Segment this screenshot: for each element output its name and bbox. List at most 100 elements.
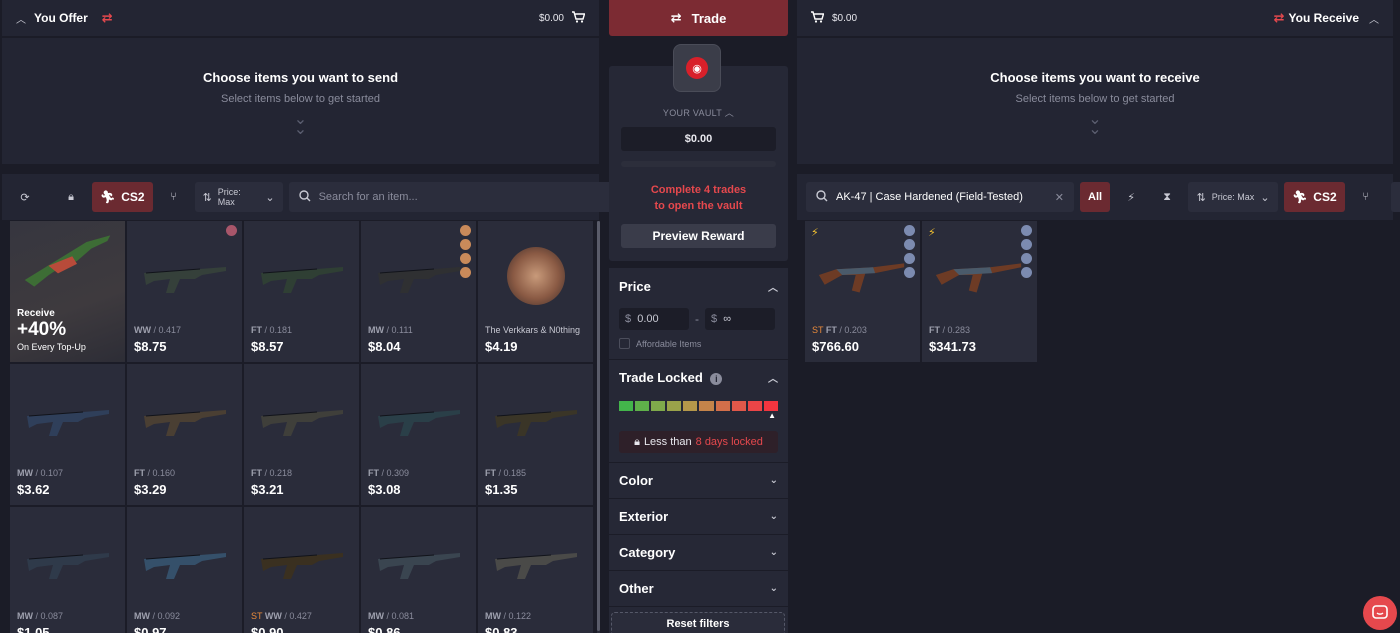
lock-scale-segment[interactable]: [667, 401, 682, 411]
reset-filters-button[interactable]: Reset filters: [611, 612, 785, 633]
double-chevron-down-icon: ⌄ ⌄: [293, 111, 308, 138]
item-price: $0.90: [251, 625, 284, 633]
lock-scale-segment[interactable]: [619, 401, 634, 411]
weapon-image: [488, 527, 583, 597]
network-icon[interactable]: ⑂: [1351, 182, 1381, 212]
sort-icon: ⇅: [202, 191, 212, 204]
collapse-chevron-icon[interactable]: ︿: [1369, 11, 1379, 26]
item-price: $0.86: [368, 625, 401, 633]
item-price: $1.05: [17, 625, 50, 633]
refresh-button[interactable]: ⟳: [10, 182, 40, 212]
lock-scale-segment[interactable]: [763, 401, 778, 411]
lock-scale-segment[interactable]: [683, 401, 698, 411]
scrollbar[interactable]: [597, 221, 600, 633]
weapon-image: [488, 384, 583, 454]
cart-icon: [572, 10, 586, 26]
hourglass-filter-button[interactable]: ⧗: [1152, 182, 1182, 212]
preview-reward-button[interactable]: Preview Reward: [621, 224, 776, 248]
receive-header: $0.00 ⇄ You Receive ︿: [797, 0, 1393, 36]
game-cs2-button[interactable]: 🏃︎ CS2: [92, 182, 153, 212]
affordable-items-checkbox[interactable]: Affordable Items: [609, 338, 788, 349]
lightning-icon: ⚡︎: [928, 227, 936, 239]
lock-scale-segment[interactable]: [635, 401, 650, 411]
exterior-filter-header[interactable]: Exterior ⌄: [609, 499, 788, 535]
result-card[interactable]: ⚡︎ FT / 0.283 $341.73: [922, 221, 1037, 362]
item-price: $3.29: [134, 482, 167, 497]
price-max-input[interactable]: $ ∞: [705, 308, 775, 330]
item-wear: ST WW / 0.427: [251, 611, 312, 621]
item-card[interactable]: MW / 0.111 $8.04: [361, 221, 476, 362]
weapon-image: [371, 527, 466, 597]
item-card[interactable]: ST WW / 0.427 $0.90: [244, 507, 359, 633]
item-card[interactable]: MW / 0.081 $0.86: [361, 507, 476, 633]
instant-filter-button[interactable]: ⚡︎: [1116, 182, 1146, 212]
lock-scale-segment[interactable]: [731, 401, 746, 411]
item-price: $1.35: [485, 482, 518, 497]
item-wear: MW / 0.111: [368, 325, 413, 335]
vault-value: $0.00: [621, 127, 776, 151]
item-wear: FT / 0.185: [485, 468, 527, 478]
item-wear: FT / 0.218: [251, 468, 293, 478]
sort-icon: ⇅: [1196, 191, 1206, 204]
sticker-image: [488, 241, 583, 311]
all-filter-button[interactable]: All: [1080, 182, 1111, 212]
vault-progress-bar: [621, 161, 776, 167]
inventory-grid: Receive +40% On Every Top-Up WW / 0.417 $…: [10, 221, 593, 633]
item-card[interactable]: MW / 0.092 $0.97: [127, 507, 242, 633]
lock-scale-segment[interactable]: [747, 401, 762, 411]
refresh-button[interactable]: ⟳: [1390, 182, 1400, 212]
item-card[interactable]: MW / 0.087 $1.05: [10, 507, 125, 633]
price-min-input[interactable]: $ 0.00: [619, 308, 689, 330]
promo-card[interactable]: Receive +40% On Every Top-Up: [10, 221, 125, 362]
chevron-down-icon: ⌄: [769, 547, 778, 558]
price-filter-header[interactable]: Price ︿: [609, 268, 788, 304]
item-card[interactable]: FT / 0.185 $1.35: [478, 364, 593, 505]
lock-icon: 🔒︎: [634, 435, 640, 448]
network-icon[interactable]: ⑂: [159, 182, 189, 212]
trade-lock-scale[interactable]: [609, 401, 788, 411]
item-price: $4.19: [485, 339, 518, 354]
sort-dropdown[interactable]: ⇅ Price: Max ⌄: [1188, 182, 1279, 212]
result-card[interactable]: ⚡︎ ST FT / 0.203 $766.60: [805, 221, 920, 362]
item-card[interactable]: FT / 0.309 $3.08: [361, 364, 476, 505]
chevron-down-icon: ⌄: [769, 511, 778, 522]
item-card[interactable]: FT / 0.218 $3.21: [244, 364, 359, 505]
item-card[interactable]: WW / 0.417 $8.75: [127, 221, 242, 362]
other-filter-header[interactable]: Other ⌄: [609, 571, 788, 607]
item-card[interactable]: FT / 0.160 $3.29: [127, 364, 242, 505]
weapon-image: [254, 241, 349, 311]
category-filter-header[interactable]: Category ⌄: [609, 535, 788, 571]
item-price: $0.83: [485, 625, 518, 633]
vault-label[interactable]: YOUR VAULT ︿: [609, 106, 788, 119]
vault-icon: ◉: [673, 44, 721, 92]
item-price: $766.60: [812, 339, 859, 354]
chevron-down-icon: ⌄: [1260, 191, 1270, 204]
right-toolbar: AK-47 | Case Hardened (Field-Tested) ✕ A…: [806, 177, 1400, 217]
swap-icon: ⇄: [670, 10, 682, 25]
lock-slider-marker[interactable]: ▲: [609, 411, 788, 420]
chat-button[interactable]: [1363, 596, 1397, 630]
vault-message: Complete 4 trades to open the vault: [650, 184, 747, 212]
item-card[interactable]: MW / 0.122 $0.83: [478, 507, 593, 633]
offer-total: $0.00: [538, 12, 564, 24]
left-search[interactable]: [288, 182, 615, 212]
game-cs2-button[interactable]: 🏃︎ CS2: [1284, 182, 1345, 212]
sort-label: Price: Max: [217, 187, 241, 207]
item-wear: FT / 0.181: [251, 325, 293, 335]
trade-locked-header[interactable]: Trade Locked i ︿: [609, 359, 788, 395]
trade-button[interactable]: ⇄ Trade: [609, 0, 788, 36]
lock-filter-button[interactable]: 🔒︎: [56, 182, 86, 212]
color-filter-header[interactable]: Color ⌄: [609, 463, 788, 499]
lock-scale-segment[interactable]: [715, 401, 730, 411]
item-card[interactable]: The Verkkars & N0thing $4.19: [478, 221, 593, 362]
lock-scale-segment[interactable]: [699, 401, 714, 411]
right-search[interactable]: AK-47 | Case Hardened (Field-Tested) ✕: [806, 182, 1074, 212]
collapse-chevron-icon[interactable]: ︿: [16, 11, 26, 26]
clear-icon[interactable]: ✕: [1055, 191, 1064, 204]
sort-dropdown[interactable]: ⇅ Price: Max ⌄: [194, 182, 283, 212]
item-card[interactable]: MW / 0.107 $3.62: [10, 364, 125, 505]
weapon-image: [254, 384, 349, 454]
search-input[interactable]: [318, 191, 605, 203]
item-card[interactable]: FT / 0.181 $8.57: [244, 221, 359, 362]
lock-scale-segment[interactable]: [651, 401, 666, 411]
